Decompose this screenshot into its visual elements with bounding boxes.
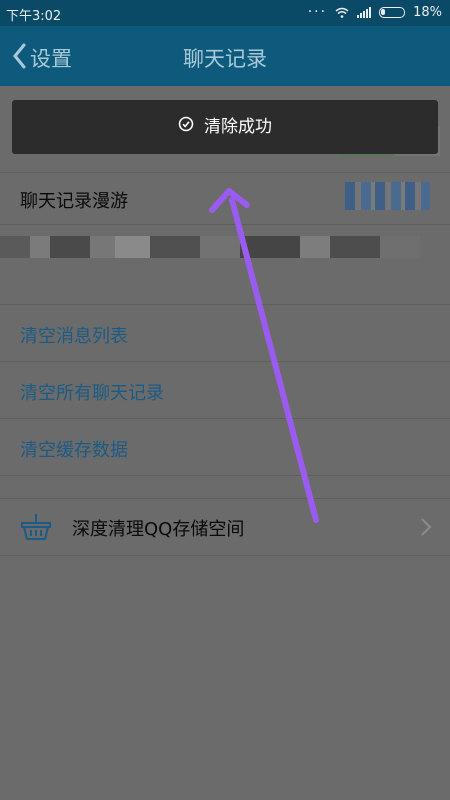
- annotation-arrow-icon: [209, 188, 319, 523]
